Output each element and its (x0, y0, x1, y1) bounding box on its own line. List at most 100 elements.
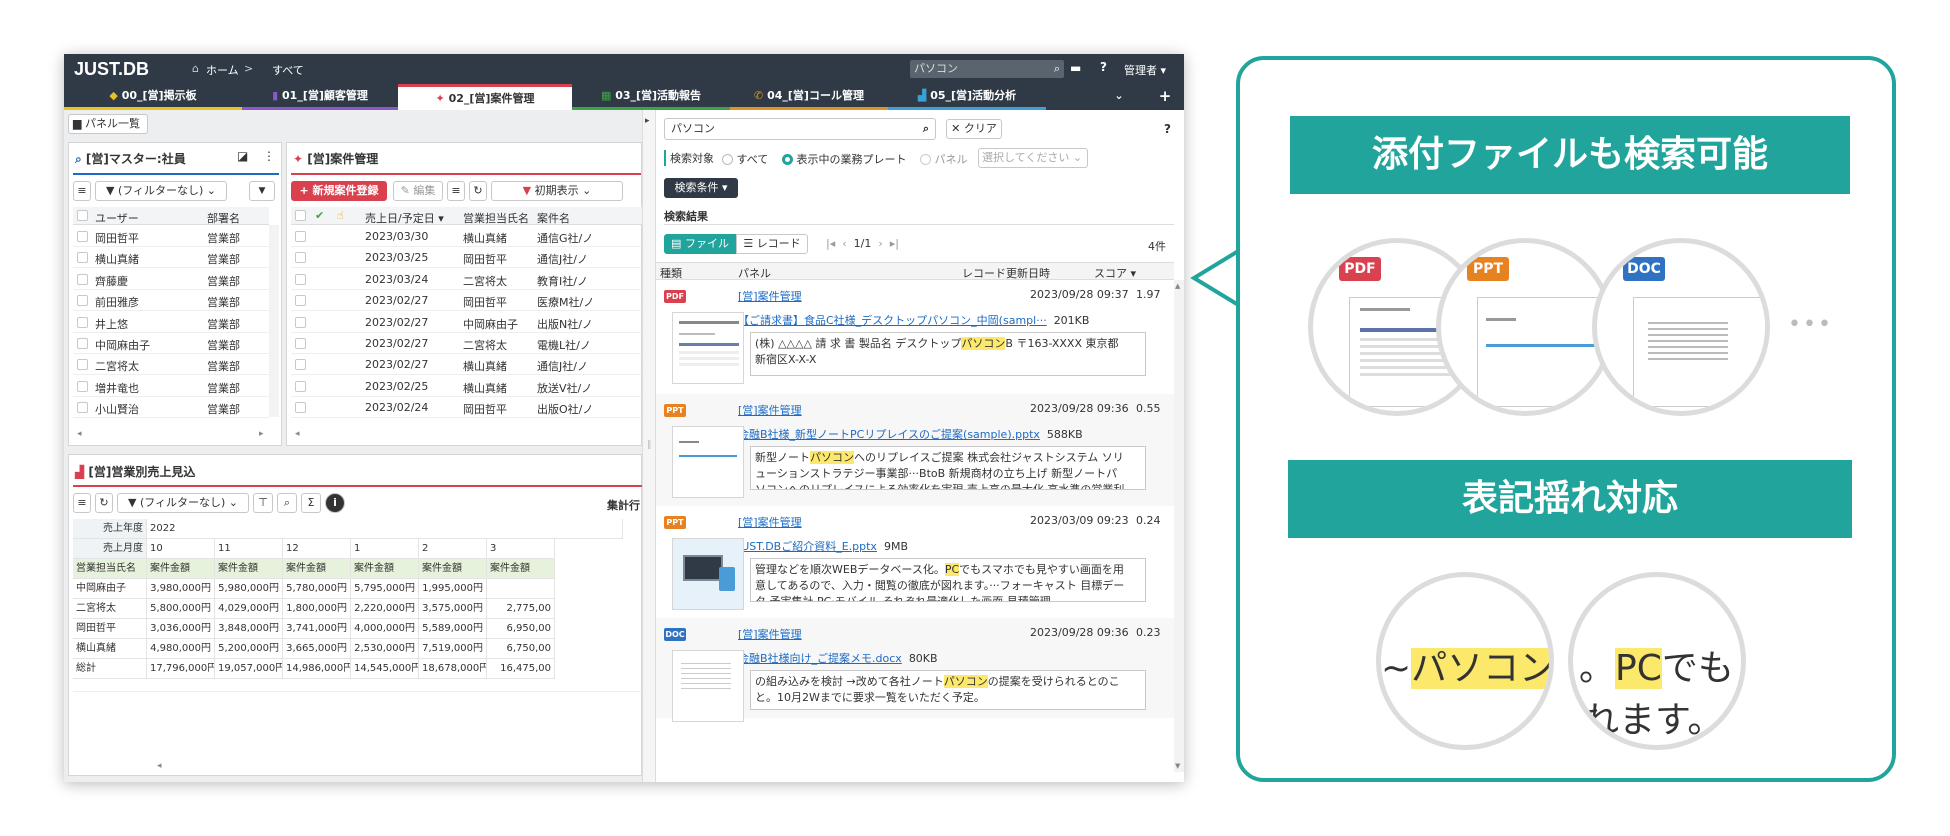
tab-01[interactable]: ▮ 01_[営]顧客管理 (242, 84, 398, 110)
tab-more-button[interactable]: ⌄ (1104, 84, 1134, 110)
tab-add-button[interactable]: + (1150, 84, 1180, 110)
row-checkbox[interactable] (77, 359, 88, 371)
view-select[interactable]: ▼ 初期表示 ⌄ (491, 181, 623, 201)
result-file-link[interactable]: 【ご請求書】食品C社様_デスクトップパソコン_中岡(sampl··· (738, 314, 1047, 327)
table-row[interactable]: 2023/02/27 中岡麻由子 出版N社/ノ (291, 312, 643, 333)
row-checkbox[interactable] (77, 380, 88, 392)
record-tab[interactable]: ☰ レコード (736, 234, 808, 254)
col-type[interactable]: 種類 (660, 265, 682, 281)
tab-02[interactable]: ✦ 02_[営]案件管理 (398, 84, 572, 110)
select-all-checkbox[interactable] (77, 210, 88, 221)
tab-03[interactable]: ▦ 03_[営]活動報告 (572, 84, 730, 110)
refresh-icon[interactable]: ↻ (469, 181, 487, 201)
col-case-name[interactable]: 案件名 (537, 210, 570, 226)
col-date[interactable]: 売上日/予定日 ▾ (365, 210, 444, 226)
tab-00[interactable]: ◆ 00_[営]掲示板 (64, 84, 242, 110)
table-row[interactable]: 2023/03/25 岡田哲平 通信J社/ノ (291, 247, 643, 269)
pdf-thumbnail[interactable] (672, 312, 744, 384)
refresh-icon[interactable]: ↻ (95, 493, 113, 513)
help-icon[interactable]: ? (1164, 122, 1171, 136)
more-vert-icon[interactable]: ⋮ (263, 149, 275, 163)
table-row[interactable]: 2023/02/27 横山真緒 通信J社/ノ (291, 354, 643, 376)
result-panel-link[interactable]: [営]案件管理 (738, 516, 802, 529)
row-checkbox[interactable] (295, 295, 306, 307)
row-checkbox[interactable] (295, 380, 306, 392)
scroll-left-icon[interactable]: ◂ (157, 761, 162, 771)
table-row[interactable]: 二宮将太 営業部 (73, 354, 269, 376)
search-query-input[interactable]: パソコン ⌕ (664, 118, 936, 140)
row-checkbox[interactable] (77, 316, 88, 328)
clear-button[interactable]: ✕ クリア (946, 119, 1002, 139)
table-row[interactable]: 中岡麻由子 営業部 (73, 333, 269, 354)
info-icon[interactable]: i (325, 493, 345, 513)
menu-icon[interactable]: ≡ (73, 181, 91, 201)
table-row[interactable]: 前田雅彦 営業部 (73, 290, 269, 312)
search-icon[interactable]: ⌕ (277, 493, 297, 513)
scope-option-all[interactable]: すべて (722, 151, 768, 167)
table-row[interactable]: 2023/02/25 横山真緒 放送V社/ノ (291, 376, 643, 397)
table-row[interactable]: 2023/03/24 二宮将太 教育I社/ノ (291, 269, 643, 290)
result-file-link[interactable]: JUST.DBご紹介資料_E.pptx (738, 540, 877, 553)
search-icon[interactable]: ⌕ (1054, 60, 1060, 78)
row-checkbox[interactable] (295, 402, 306, 414)
table-row[interactable]: 増井竜也 営業部 (73, 376, 269, 397)
panel-list-button[interactable]: ▆ パネル一覧 (68, 114, 148, 134)
chat-icon[interactable]: ▬ (1070, 61, 1081, 75)
prev-page-icon[interactable]: ‹ (842, 237, 846, 250)
result-panel-link[interactable]: [営]案件管理 (738, 404, 802, 417)
result-panel-link[interactable]: [営]案件管理 (738, 290, 802, 303)
table-row[interactable]: 岡田哲平 営業部 (73, 226, 269, 247)
table-row[interactable]: 2023/02/24 岡田哲平 出版O社/ノ (291, 397, 643, 419)
edit-button[interactable]: ✎ 編集 (393, 181, 443, 201)
row-checkbox[interactable] (295, 273, 306, 285)
table-row[interactable]: 小山賢治 営業部 (73, 397, 269, 419)
col-user[interactable]: ユーザー (95, 210, 139, 226)
result-file-link[interactable]: 金融B社様_新型ノートPCリプレイスのご提案(sample).pptx (738, 428, 1040, 441)
master-dropdown-button[interactable]: ▼ (249, 181, 275, 201)
master-filter-select[interactable]: ▼ (フィルターなし) ⌄ (95, 181, 227, 201)
scroll-right-icon[interactable]: ▸ (259, 429, 264, 439)
table-row[interactable]: 齊藤慶 営業部 (73, 269, 269, 290)
result-file-link[interactable]: 金融B社様向け_ご提案メモ.docx (738, 652, 902, 665)
scroll-left-icon[interactable]: ◂ (77, 429, 82, 439)
master-scrollbar[interactable] (269, 225, 279, 417)
ppt-thumbnail[interactable] (672, 538, 744, 610)
splitter[interactable]: ▸ ‖ (642, 110, 656, 782)
col-dept[interactable]: 部署名 (207, 210, 240, 226)
search-icon[interactable]: ⌕ (923, 119, 929, 139)
scope-option-current[interactable]: 表示中の業務プレート (782, 151, 907, 167)
scope-option-panel[interactable]: パネル (920, 151, 968, 167)
row-checkbox[interactable] (77, 231, 88, 242)
row-checkbox[interactable] (295, 316, 306, 328)
table-row[interactable]: 2023/03/30 横山真緒 通信G社/ノ (291, 226, 643, 247)
doc-thumbnail[interactable] (672, 650, 744, 722)
expand-icon[interactable]: ◪ (237, 149, 248, 163)
row-checkbox[interactable] (295, 252, 306, 264)
ppt-thumbnail[interactable] (672, 426, 744, 498)
breadcrumb-home[interactable]: ホーム (206, 62, 239, 78)
row-checkbox[interactable] (295, 338, 306, 349)
row-checkbox[interactable] (77, 295, 88, 307)
search-conditions-button[interactable]: 検索条件 ▾ (664, 178, 738, 198)
panel-select[interactable]: 選択してください ⌄ (978, 148, 1088, 168)
menu-icon[interactable]: ≡ (73, 493, 91, 513)
scroll-left-icon[interactable]: ◂ (295, 429, 300, 439)
sum-icon[interactable]: Σ (301, 493, 321, 513)
next-page-icon[interactable]: › (878, 237, 882, 250)
table-row[interactable]: 横山真緒 営業部 (73, 247, 269, 269)
help-icon[interactable]: ? (1100, 60, 1107, 74)
row-checkbox[interactable] (77, 338, 88, 349)
tab-05[interactable]: ▟ 05_[営]活動分析 (888, 84, 1046, 110)
scroll-up-icon[interactable]: ▲ (1175, 282, 1180, 290)
table-row[interactable]: 2023/02/27 二宮将太 電機L社/ノ (291, 333, 643, 354)
col-staff[interactable]: 営業担当氏名 (463, 210, 529, 226)
row-checkbox[interactable] (295, 359, 306, 371)
menu-icon[interactable]: ≡ (447, 181, 465, 201)
file-tab[interactable]: ▤ ファイル (664, 234, 736, 254)
collapse-arrow-icon[interactable]: ▸ (645, 116, 650, 126)
col-updated[interactable]: レコード更新日時 (962, 265, 1050, 281)
table-row[interactable]: 井上悠 営業部 (73, 312, 269, 333)
breadcrumb-current[interactable]: すべて (272, 62, 304, 78)
user-menu[interactable]: 管理者 ▾ (1124, 62, 1166, 78)
first-page-icon[interactable]: |◂ (826, 237, 835, 250)
